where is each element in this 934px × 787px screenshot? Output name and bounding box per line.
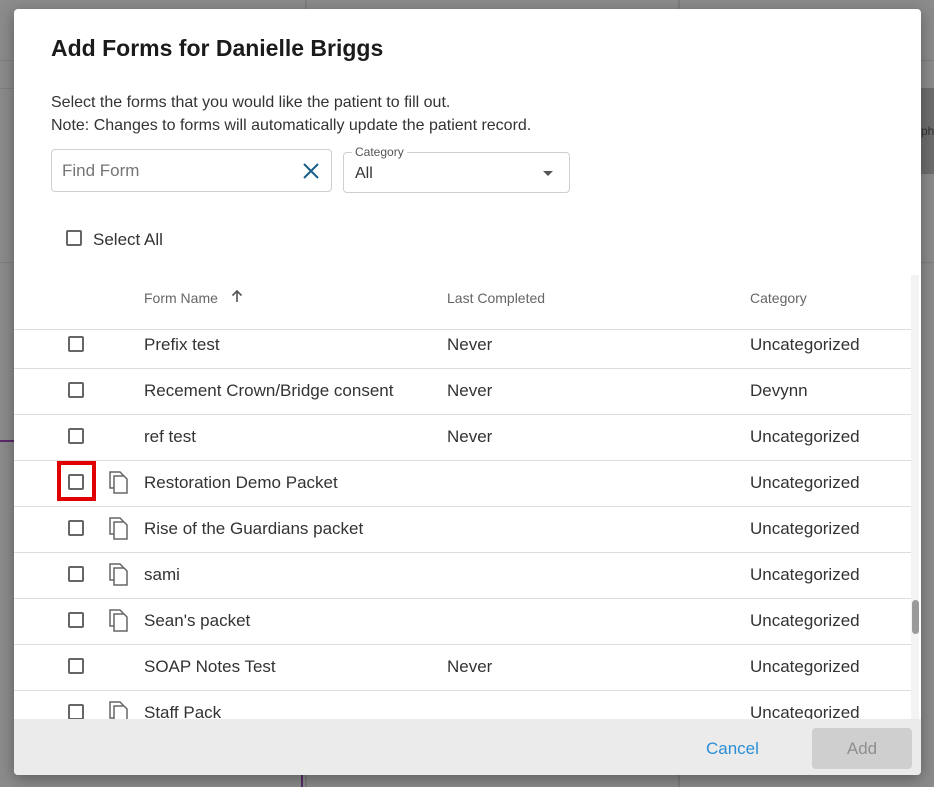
form-name-cell: sami	[144, 565, 180, 584]
row-checkbox[interactable]	[68, 336, 84, 352]
last-completed-cell: Never	[447, 427, 493, 446]
add-button[interactable]: Add	[812, 728, 912, 769]
category-select[interactable]: Category All	[343, 145, 570, 193]
form-name-cell: Restoration Demo Packet	[144, 473, 338, 492]
last-completed-cell: Never	[447, 381, 493, 400]
dialog-title: Add Forms for Danielle Briggs	[51, 35, 384, 61]
column-header-category[interactable]: Category	[750, 290, 807, 306]
table-row[interactable]: SOAP Notes Test Never Uncategorized	[14, 644, 911, 691]
backdrop-accent-line	[0, 440, 14, 442]
row-checkbox[interactable]	[68, 382, 84, 398]
form-name-cell: Rise of the Guardians packet	[144, 519, 364, 538]
description-line: Select the forms that you would like the…	[51, 94, 451, 111]
dropdown-caret-icon	[543, 171, 553, 176]
category-select-value: All	[355, 165, 373, 182]
table-row[interactable]: Sean's packet Uncategorized	[14, 598, 911, 645]
backdrop-side-text: ph	[921, 124, 934, 138]
table-row[interactable]: Staff Pack Uncategorized	[14, 690, 911, 719]
table-row[interactable]: ref test Never Uncategorized	[14, 414, 911, 461]
cancel-button[interactable]: Cancel	[706, 739, 759, 759]
row-checkbox[interactable]	[68, 428, 84, 444]
packet-icon	[109, 471, 128, 494]
table-row[interactable]: sami Uncategorized	[14, 552, 911, 599]
packet-icon	[109, 609, 128, 632]
category-cell: Uncategorized	[750, 565, 860, 584]
category-cell: Uncategorized	[750, 703, 860, 719]
forms-table-body: Prefix test Never Uncategorized Recement…	[14, 330, 911, 719]
form-name-cell: SOAP Notes Test	[144, 657, 276, 676]
table-row[interactable]: Restoration Demo Packet Uncategorized	[14, 460, 911, 507]
category-cell: Devynn	[750, 381, 808, 400]
last-completed-cell: Never	[447, 657, 493, 676]
category-cell: Uncategorized	[750, 427, 860, 446]
select-all-label: Select All	[93, 230, 163, 249]
find-form-input[interactable]	[62, 150, 292, 191]
backdrop-accent-line	[301, 775, 303, 787]
form-name-cell: Staff Pack	[144, 703, 222, 719]
packet-icon	[109, 517, 128, 540]
dialog-footer: Cancel Add	[14, 719, 921, 775]
description-note: Note: Changes to forms will automaticall…	[51, 117, 532, 134]
table-scrollbar[interactable]	[911, 275, 919, 719]
row-checkbox[interactable]	[68, 704, 84, 719]
category-cell: Uncategorized	[750, 657, 860, 676]
category-cell: Uncategorized	[750, 473, 860, 492]
sort-ascending-icon[interactable]	[230, 289, 244, 303]
form-name-cell: Prefix test	[144, 335, 220, 354]
table-scrollbar-thumb[interactable]	[912, 600, 919, 634]
packet-icon	[109, 563, 128, 586]
category-select-label: Category	[352, 145, 407, 159]
last-completed-cell: Never	[447, 335, 493, 354]
category-cell: Uncategorized	[750, 611, 860, 630]
row-checkbox[interactable]	[68, 520, 84, 536]
form-name-cell: ref test	[144, 427, 196, 446]
column-header-last-completed[interactable]: Last Completed	[447, 290, 545, 306]
table-row[interactable]: Prefix test Never Uncategorized	[14, 330, 911, 369]
select-all-checkbox[interactable]	[66, 230, 82, 246]
row-checkbox[interactable]	[68, 566, 84, 582]
add-forms-dialog: Add Forms for Danielle Briggs Select the…	[14, 9, 921, 775]
clear-search-icon[interactable]	[301, 161, 321, 181]
row-checkbox[interactable]	[68, 474, 84, 490]
row-checkbox[interactable]	[68, 612, 84, 628]
find-form-search	[51, 149, 332, 192]
form-name-cell: Sean's packet	[144, 611, 251, 630]
category-cell: Uncategorized	[750, 519, 860, 538]
table-row[interactable]: Recement Crown/Bridge consent Never Devy…	[14, 368, 911, 415]
table-row[interactable]: Rise of the Guardians packet Uncategoriz…	[14, 506, 911, 553]
column-header-form-name[interactable]: Form Name	[144, 290, 218, 306]
form-name-cell: Recement Crown/Bridge consent	[144, 381, 394, 400]
forms-table-header: Form Name Last Completed Category	[14, 279, 911, 330]
category-cell: Uncategorized	[750, 335, 860, 354]
packet-icon	[109, 701, 128, 719]
dialog-description: Select the forms that you would like the…	[51, 91, 531, 137]
row-checkbox[interactable]	[68, 658, 84, 674]
